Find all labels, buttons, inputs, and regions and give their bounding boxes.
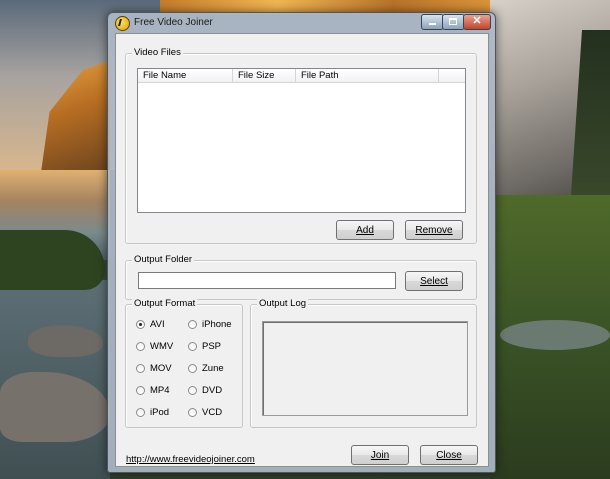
app-window: Free Video Joiner ✕ Video Files File Nam…: [107, 12, 496, 473]
output-folder-group: Output Folder Select: [125, 254, 477, 300]
dialog-client-area: Video Files File Name File Size File Pat…: [115, 33, 489, 467]
app-logo-icon: [115, 16, 130, 31]
boulder: [28, 325, 103, 357]
select-folder-button[interactable]: Select: [405, 271, 463, 291]
format-label-avi: AVI: [150, 318, 165, 330]
format-label-vcd: VCD: [202, 406, 223, 418]
format-option-mov[interactable]: MOV: [136, 362, 172, 374]
radio-iphone[interactable]: [188, 319, 197, 329]
add-button[interactable]: Add: [336, 220, 394, 240]
output-log-box[interactable]: [262, 321, 468, 416]
format-option-wmv[interactable]: WMV: [136, 340, 173, 352]
format-label-mp4: MP4: [150, 384, 170, 396]
window-title: Free Video Joiner: [134, 17, 213, 28]
column-file-path[interactable]: File Path: [296, 69, 439, 82]
format-label-wmv: WMV: [150, 340, 174, 352]
format-option-dvd[interactable]: DVD: [188, 384, 222, 396]
radio-avi[interactable]: [136, 319, 145, 329]
title-bar[interactable]: Free Video Joiner ✕: [108, 13, 495, 33]
output-folder-input[interactable]: [138, 272, 396, 289]
column-filler: [439, 69, 465, 82]
maximize-icon: [449, 18, 457, 25]
format-option-avi[interactable]: AVI: [136, 318, 165, 330]
video-files-group: Video Files File Name File Size File Pat…: [125, 47, 477, 244]
minimize-button[interactable]: [421, 14, 444, 30]
maximize-button[interactable]: [442, 14, 465, 30]
format-option-iphone[interactable]: iPhone: [188, 318, 232, 330]
list-header: File Name File Size File Path: [138, 69, 465, 83]
pond-right: [500, 320, 610, 350]
format-option-zune[interactable]: Zune: [188, 362, 224, 374]
radio-mov[interactable]: [136, 363, 145, 373]
video-files-legend: Video Files: [132, 47, 183, 58]
grass-island: [0, 230, 105, 290]
radio-vcd[interactable]: [188, 407, 197, 417]
close-window-button[interactable]: ✕: [463, 14, 491, 30]
radio-zune[interactable]: [188, 363, 197, 373]
column-file-size[interactable]: File Size: [233, 69, 296, 82]
output-log-group: Output Log: [250, 298, 477, 428]
website-link[interactable]: http://www.freevideojoiner.com: [126, 454, 255, 465]
radio-mp4[interactable]: [136, 385, 145, 395]
radio-psp[interactable]: [188, 341, 197, 351]
format-label-ipod: iPod: [150, 406, 170, 418]
radio-dvd[interactable]: [188, 385, 197, 395]
format-label-psp: PSP: [202, 340, 222, 352]
format-option-vcd[interactable]: VCD: [188, 406, 222, 418]
close-button[interactable]: Close: [420, 445, 478, 465]
format-label-dvd: DVD: [202, 384, 223, 396]
format-option-mp4[interactable]: MP4: [136, 384, 170, 396]
remove-button[interactable]: Remove: [405, 220, 463, 240]
output-folder-legend: Output Folder: [132, 254, 195, 265]
radio-wmv[interactable]: [136, 341, 145, 351]
output-log-legend: Output Log: [257, 298, 309, 309]
close-icon: ✕: [472, 15, 482, 27]
video-files-list[interactable]: File Name File Size File Path: [137, 68, 466, 213]
format-label-iphone: iPhone: [202, 318, 232, 330]
format-option-psp[interactable]: PSP: [188, 340, 221, 352]
format-option-ipod[interactable]: iPod: [136, 406, 169, 418]
format-label-mov: MOV: [150, 362, 172, 374]
radio-ipod[interactable]: [136, 407, 145, 417]
output-format-legend: Output Format: [132, 298, 198, 309]
format-label-zune: Zune: [202, 362, 224, 374]
minimize-icon: [429, 23, 436, 25]
join-button[interactable]: Join: [351, 445, 409, 465]
output-format-group: Output Format AVI WMV MOV MP4 iPod iPhon…: [125, 298, 243, 428]
column-file-name[interactable]: File Name: [138, 69, 233, 82]
